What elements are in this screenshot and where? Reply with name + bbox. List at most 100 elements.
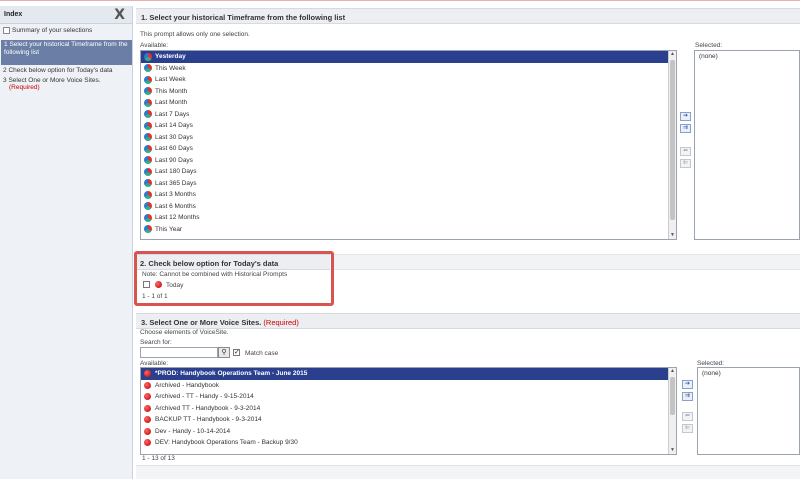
- section-3-header: 3. Select One or More Voice Sites. (Requ…: [136, 313, 800, 329]
- timeframe-item[interactable]: Last Week: [141, 74, 676, 86]
- timeframe-icon: [144, 190, 152, 199]
- timeframe-icon: [144, 144, 152, 153]
- voicesite-item-label: BACKUP TT - Handybook - 9-3-2014: [155, 416, 262, 424]
- section-3-available-label: Available:: [140, 360, 169, 367]
- timeframe-item[interactable]: Yesterday: [141, 51, 676, 63]
- add-button[interactable]: ➔: [680, 112, 691, 121]
- vs-remove-all-button[interactable]: ⇇: [682, 424, 693, 433]
- index-title: Index: [4, 11, 23, 18]
- timeframe-item-label: Last 180 Days: [155, 168, 197, 176]
- voicesite-icon: [144, 404, 151, 412]
- remove-all-button[interactable]: ⇇: [680, 159, 691, 168]
- voicesite-item[interactable]: Archived - TT - Handy - 9-15-2014: [141, 391, 676, 403]
- voicesite-selected-list[interactable]: (none): [697, 367, 800, 455]
- timeframe-item[interactable]: Last Month: [141, 97, 676, 109]
- timeframe-item[interactable]: Last 90 Days: [141, 155, 676, 167]
- voicesite-icon: [144, 439, 151, 447]
- scroll-up-icon[interactable]: ▲: [669, 368, 676, 375]
- index-item-2-label: Check below option for Today's data: [8, 67, 113, 74]
- voicesite-icon: [144, 427, 151, 435]
- timeframe-item[interactable]: Last 14 Days: [141, 120, 676, 132]
- timeframe-icon: [144, 75, 152, 84]
- index-item-1[interactable]: 1 Select your historical Timeframe from …: [1, 40, 132, 65]
- vs-add-button[interactable]: ➔: [682, 380, 693, 389]
- search-button[interactable]: ⚲: [218, 347, 230, 358]
- summary-icon: [3, 27, 10, 34]
- index-item-3-num: 3: [3, 77, 7, 84]
- match-case-label: Match case: [245, 350, 279, 357]
- timeframe-item[interactable]: This Month: [141, 86, 676, 98]
- timeframe-item[interactable]: Last 3 Months: [141, 189, 676, 201]
- timeframe-icon: [144, 98, 152, 107]
- timeframe-item[interactable]: Last 30 Days: [141, 132, 676, 144]
- index-item-2[interactable]: 2 Check below option for Today's data: [3, 67, 113, 74]
- index-item-3-label: Select One or More Voice Sites.: [8, 77, 101, 84]
- timeframe-item[interactable]: Last 180 Days: [141, 166, 676, 178]
- search-icon: ⚲: [221, 348, 227, 356]
- timeframe-item[interactable]: Last 365 Days: [141, 178, 676, 190]
- timeframe-icon: [144, 121, 152, 130]
- bottom-bar: [136, 465, 800, 479]
- timeframe-icon: [144, 167, 152, 176]
- scroll-down-icon[interactable]: ▼: [669, 232, 676, 239]
- timeframe-item[interactable]: Last 60 Days: [141, 143, 676, 155]
- section-3-title: 3. Select One or More Voice Sites. (Requ…: [141, 318, 299, 327]
- scroll-up-icon[interactable]: ▲: [669, 51, 676, 58]
- voicesite-available-list[interactable]: *PROD: Handybook Operations Team - June …: [140, 367, 677, 455]
- timeframe-scrollbar[interactable]: ▲ ▼: [668, 51, 676, 239]
- search-input[interactable]: [140, 347, 218, 358]
- timeframe-item-label: Last 14 Days: [155, 122, 193, 130]
- timeframe-icon: [144, 133, 152, 142]
- scroll-thumb[interactable]: [670, 60, 675, 220]
- timeframe-item-label: Last 6 Months: [155, 202, 196, 210]
- close-icon[interactable]: X: [114, 7, 125, 23]
- index-item-1-num: 1: [4, 41, 8, 48]
- voicesite-item[interactable]: Archived TT - Handybook - 9-3-2014: [141, 403, 676, 415]
- voicesite-icon: [144, 370, 151, 378]
- timeframe-icon: [144, 52, 152, 61]
- timeframe-item-label: This Week: [155, 64, 186, 72]
- add-all-button[interactable]: ⇉: [680, 124, 691, 133]
- selected-none: (none): [699, 53, 718, 61]
- index-item-3-required: (Required): [9, 84, 40, 91]
- timeframe-available-list[interactable]: Yesterday This Week Last Week This Month Las…: [140, 50, 677, 240]
- remove-button[interactable]: ⬅: [680, 147, 691, 156]
- voicesite-item-label: *PROD: Handybook Operations Team - June …: [155, 370, 308, 378]
- voicesite-item[interactable]: Dev - Handy - 10-14-2014: [141, 426, 676, 438]
- index-item-1-label: Select your historical Timeframe from th…: [4, 41, 128, 56]
- timeframe-item[interactable]: Last 12 Months: [141, 212, 676, 224]
- timeframe-item-label: Last 365 Days: [155, 179, 197, 187]
- timeframe-icon: [144, 179, 152, 188]
- index-panel: Index X Summary of your selections 1 Sel…: [0, 6, 133, 479]
- voicesite-item-label: DEV: Handybook Operations Team - Backup …: [155, 439, 298, 447]
- vs-remove-button[interactable]: ⬅: [682, 412, 693, 421]
- match-case-checkbox[interactable]: [233, 348, 240, 356]
- selected-none: (none): [702, 370, 721, 378]
- timeframe-selected-list[interactable]: (none): [694, 50, 800, 240]
- voicesite-scrollbar[interactable]: ▲ ▼: [668, 368, 676, 454]
- section-1-available-label: Available:: [140, 42, 169, 49]
- voicesite-item[interactable]: DEV: Handybook Operations Team - Backup …: [141, 437, 676, 449]
- scroll-thumb[interactable]: [670, 377, 675, 415]
- timeframe-item[interactable]: Last 6 Months: [141, 201, 676, 213]
- vs-add-all-button[interactable]: ⇉: [682, 392, 693, 401]
- highlight-box: [134, 251, 334, 306]
- scroll-down-icon[interactable]: ▼: [669, 447, 676, 454]
- index-item-3[interactable]: 3 Select One or More Voice Sites. (Requi…: [3, 77, 101, 91]
- timeframe-item-label: Last 30 Days: [155, 133, 193, 141]
- timeframe-item[interactable]: Last 7 Days: [141, 109, 676, 121]
- timeframe-item[interactable]: This Year: [141, 224, 676, 236]
- section-1-title: 1. Select your historical Timeframe from…: [141, 13, 346, 22]
- search-label: Search for:: [140, 339, 172, 346]
- timeframe-icon: [144, 110, 152, 119]
- voicesite-item[interactable]: Archived - Handybook: [141, 380, 676, 392]
- voicesite-icon: [144, 393, 151, 401]
- voicesite-items: *PROD: Handybook Operations Team - June …: [141, 368, 676, 449]
- timeframe-item[interactable]: This Week: [141, 63, 676, 75]
- timeframe-item-label: Last Month: [155, 99, 188, 107]
- summary-link[interactable]: Summary of your selections: [3, 27, 92, 34]
- voicesite-item[interactable]: *PROD: Handybook Operations Team - June …: [141, 368, 676, 380]
- voicesite-item-label: Archived - Handybook: [155, 381, 219, 389]
- voicesite-item[interactable]: BACKUP TT - Handybook - 9-3-2014: [141, 414, 676, 426]
- timeframe-item-label: Last 3 Months: [155, 191, 196, 199]
